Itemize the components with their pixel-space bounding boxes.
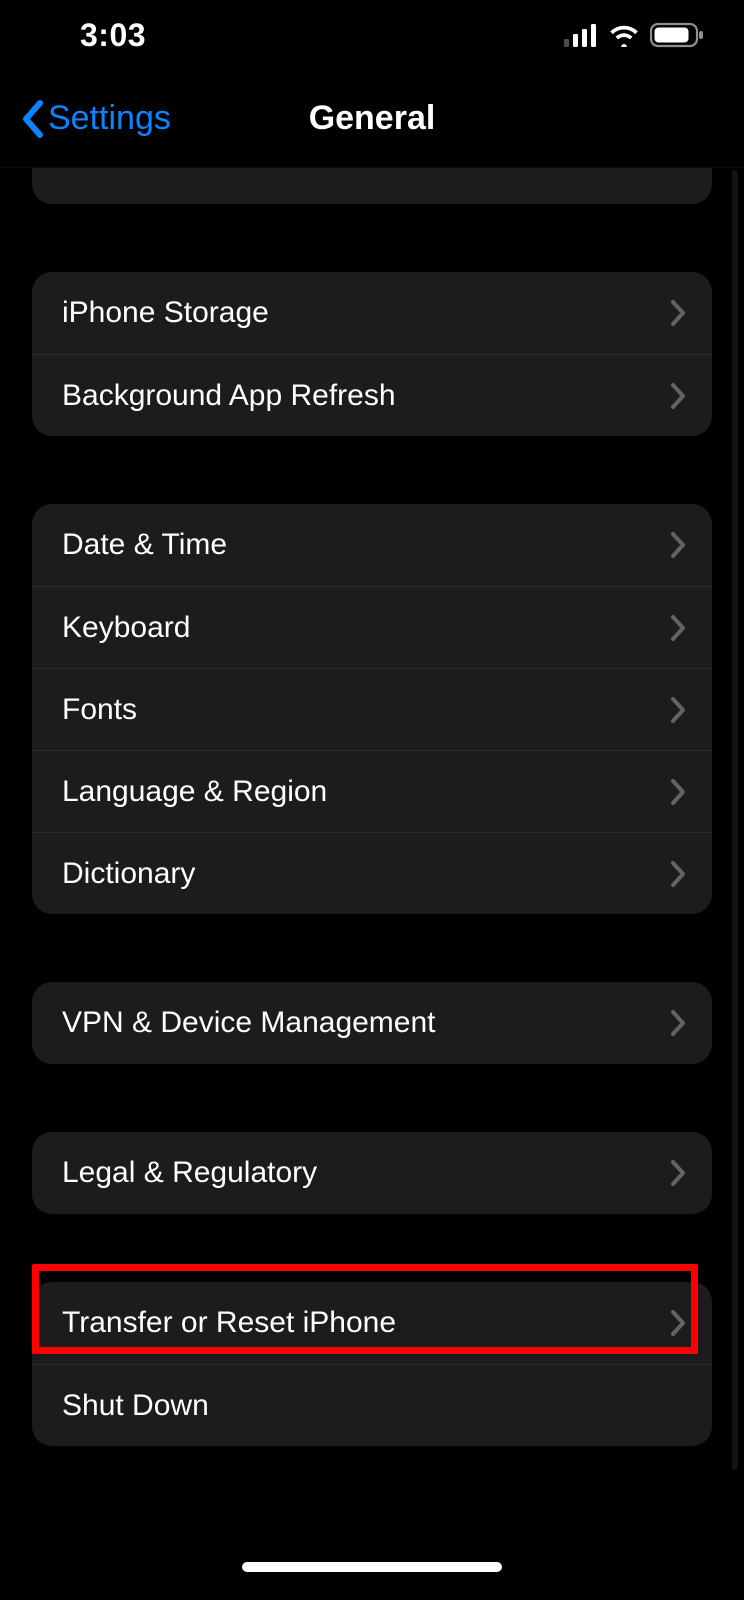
status-right-icons (564, 22, 704, 48)
scroll-indicator (732, 170, 738, 1470)
chevron-left-icon (20, 100, 44, 138)
row-label: Date & Time (62, 528, 227, 562)
row-label: iPhone Storage (62, 296, 269, 330)
chevron-right-icon (670, 1309, 686, 1337)
row-label: Transfer or Reset iPhone (62, 1306, 396, 1340)
row-background-app-refresh[interactable]: Background App Refresh (32, 354, 712, 436)
row-shut-down[interactable]: Shut Down (32, 1364, 712, 1446)
row-vpn-device-management[interactable]: VPN & Device Management (32, 982, 712, 1064)
chevron-right-icon (670, 299, 686, 327)
row-carplay[interactable]: CarPlay (32, 168, 712, 204)
wifi-icon (608, 23, 640, 47)
back-label: Settings (48, 99, 171, 138)
row-label: Language & Region (62, 775, 327, 809)
row-transfer-or-reset-iphone[interactable]: Transfer or Reset iPhone (32, 1282, 712, 1364)
row-label: VPN & Device Management (62, 1006, 436, 1040)
settings-scroll[interactable]: CarPlay iPhone Storage Backg (0, 168, 744, 1600)
row-label: Keyboard (62, 611, 190, 645)
chevron-right-icon (670, 1159, 686, 1187)
chevron-right-icon (670, 1009, 686, 1037)
row-label: Dictionary (62, 857, 195, 891)
row-dictionary[interactable]: Dictionary (32, 832, 712, 914)
chevron-right-icon (670, 778, 686, 806)
status-time: 3:03 (80, 17, 146, 54)
row-label: Background App Refresh (62, 379, 396, 413)
row-keyboard[interactable]: Keyboard (32, 586, 712, 668)
row-label: Shut Down (62, 1389, 209, 1423)
page-title: General (309, 99, 436, 138)
chevron-right-icon (670, 531, 686, 559)
nav-bar: Settings General (0, 70, 744, 168)
home-indicator[interactable] (242, 1562, 502, 1572)
back-button[interactable]: Settings (12, 70, 179, 167)
battery-icon (650, 22, 704, 48)
row-label: Legal & Regulatory (62, 1156, 317, 1190)
row-language-region[interactable]: Language & Region (32, 750, 712, 832)
row-fonts[interactable]: Fonts (32, 668, 712, 750)
row-date-time[interactable]: Date & Time (32, 504, 712, 586)
chevron-right-icon (670, 614, 686, 642)
row-legal-regulatory[interactable]: Legal & Regulatory (32, 1132, 712, 1214)
row-label: Fonts (62, 693, 137, 727)
row-iphone-storage[interactable]: iPhone Storage (32, 272, 712, 354)
cellular-icon (564, 23, 598, 47)
chevron-right-icon (670, 696, 686, 724)
chevron-right-icon (670, 382, 686, 410)
status-bar: 3:03 (0, 0, 744, 70)
chevron-right-icon (670, 860, 686, 888)
